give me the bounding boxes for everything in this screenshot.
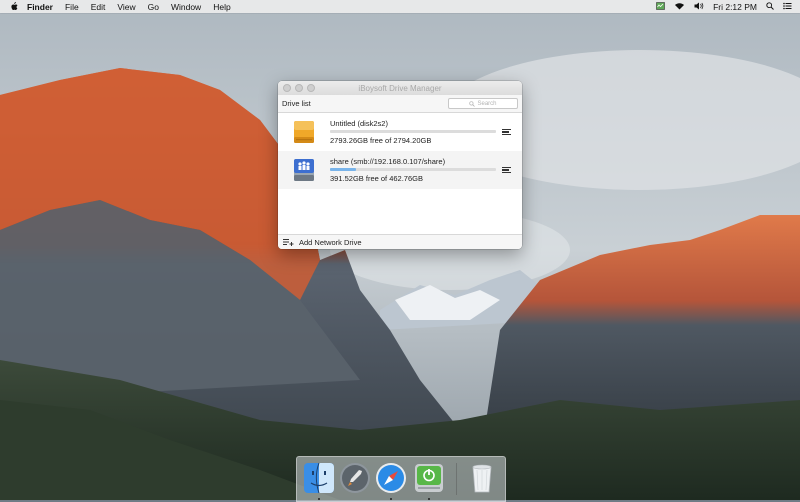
network-drive-icon [292, 156, 316, 184]
add-network-drive-button[interactable]: Add Network Drive [278, 234, 522, 249]
clock[interactable]: Fri 2:12 PM [713, 2, 757, 12]
dock-safari[interactable] [374, 461, 408, 495]
drive-list-label: Drive list [282, 99, 311, 108]
drive-free-space: 391.52GB free of 462.76GB [330, 174, 498, 183]
menu-edit[interactable]: Edit [91, 2, 106, 12]
menu-go[interactable]: Go [148, 2, 159, 12]
spotlight-icon[interactable] [766, 2, 774, 12]
drive-manager-icon [412, 461, 446, 495]
drive-manager-window: iBoysoft Drive Manager Drive list Search… [278, 81, 522, 249]
finder-icon [302, 461, 336, 495]
safari-icon [374, 461, 408, 495]
search-input[interactable]: Search [448, 98, 518, 109]
launchpad-icon [338, 461, 372, 495]
dock-separator [456, 463, 457, 495]
external-drive-icon [292, 118, 316, 146]
menu-help[interactable]: Help [213, 2, 230, 12]
drive-free-space: 2793.26GB free of 2794.20GB [330, 136, 498, 145]
desktop-wallpaper [0, 0, 800, 500]
drive-menu-icon[interactable] [502, 167, 512, 173]
drive-menu-icon[interactable] [502, 129, 512, 135]
menu-finder[interactable]: Finder [27, 2, 53, 12]
window-toolbar: Drive list Search [278, 95, 522, 113]
window-title: iBoysoft Drive Manager [278, 84, 522, 93]
dock-drive-manager[interactable] [412, 461, 446, 495]
dock-finder[interactable] [302, 461, 336, 495]
menu-file[interactable]: File [65, 2, 79, 12]
trash-icon [465, 461, 499, 495]
usage-bar [330, 168, 496, 171]
wifi-icon[interactable] [674, 2, 685, 12]
dock [296, 456, 506, 502]
menu-bar: Finder File Edit View Go Window Help Fri… [0, 0, 800, 13]
volume-icon[interactable] [694, 2, 704, 12]
notification-center-icon[interactable] [783, 2, 792, 12]
drive-row-untitled[interactable]: Untitled (disk2s2) 2793.26GB free of 279… [278, 113, 522, 151]
menu-window[interactable]: Window [171, 2, 201, 12]
menu-view[interactable]: View [117, 2, 135, 12]
search-placeholder: Search [477, 101, 496, 107]
menu-extras: Fri 2:12 PM [656, 2, 792, 12]
dock-launchpad[interactable] [338, 461, 372, 495]
drive-row-share[interactable]: share (smb://192.168.0.107/share) 391.52… [278, 151, 522, 189]
drive-list: Untitled (disk2s2) 2793.26GB free of 279… [278, 113, 522, 231]
window-titlebar[interactable]: iBoysoft Drive Manager [278, 81, 522, 95]
apple-icon[interactable] [8, 2, 19, 11]
activity-icon[interactable] [656, 2, 665, 12]
add-network-drive-label: Add Network Drive [299, 238, 362, 247]
drive-name: share (smb://192.168.0.107/share) [330, 157, 498, 166]
usage-bar [330, 130, 496, 133]
drive-name: Untitled (disk2s2) [330, 119, 498, 128]
add-network-icon [283, 238, 295, 246]
dock-trash[interactable] [465, 461, 499, 495]
search-icon [469, 101, 475, 107]
usage-bar-fill [330, 168, 356, 171]
